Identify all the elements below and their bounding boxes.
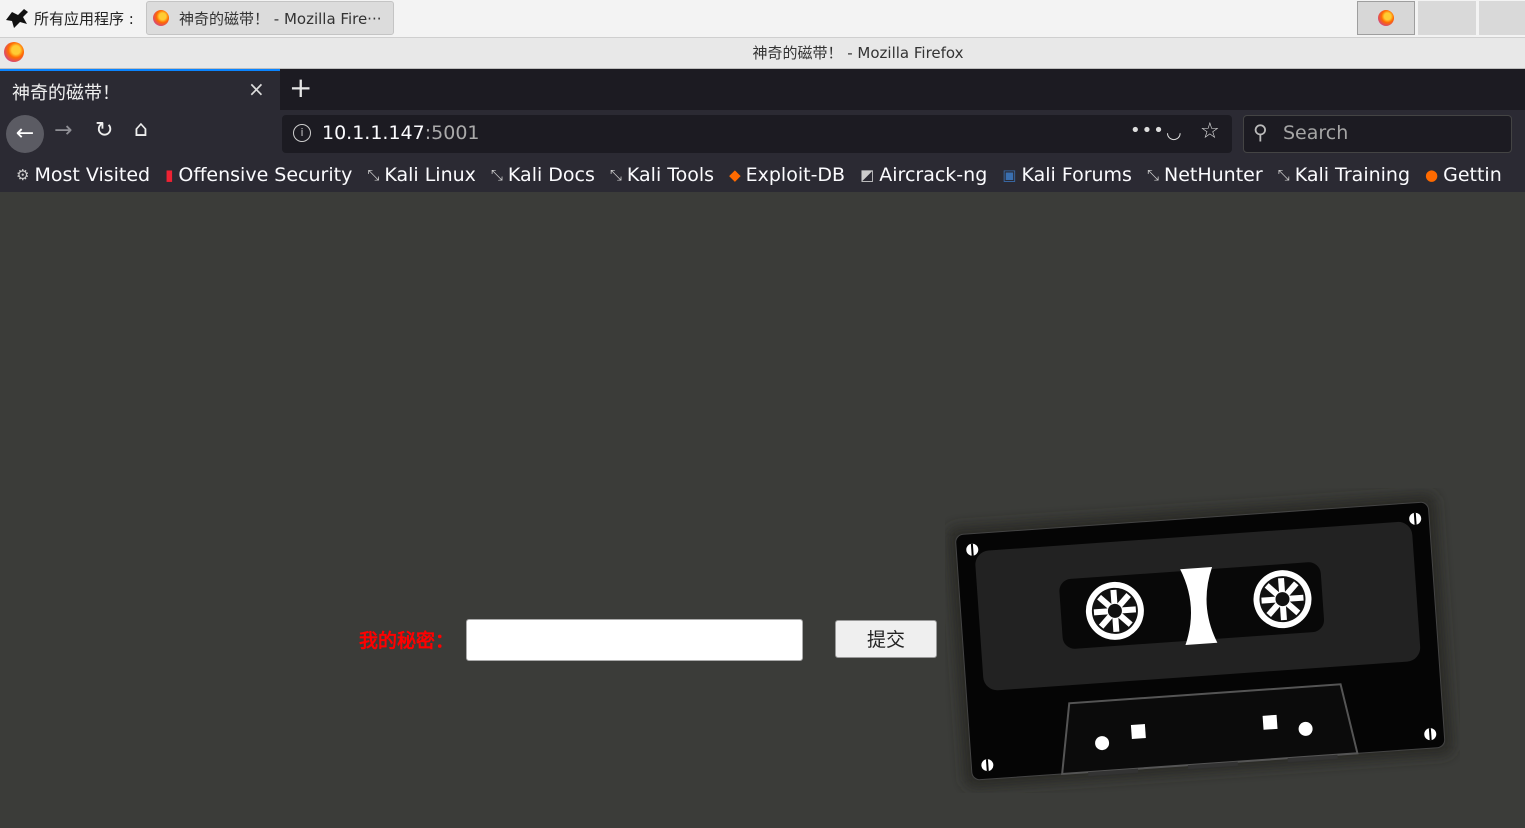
new-tab-button[interactable]: + [289,72,312,104]
aircrack-icon: ◩ [860,166,875,184]
reload-button[interactable]: ↻ [95,118,113,143]
bookmarks-toolbar: ⚙ Most Visited ▮ Offensive Security ⤡ Kali … [0,158,1525,192]
forward-button[interactable]: → [54,118,72,143]
gear-icon: ⚙ [16,166,30,184]
offsec-icon: ▮ [165,166,174,184]
bookmark-kali-linux[interactable]: ⤡ Kali Linux [367,164,476,186]
site-info-icon[interactable]: i [293,124,311,142]
kali-icon: ⤡ [609,166,622,184]
workspace-switcher-1[interactable] [1357,1,1415,35]
secret-label: 我的秘密： [359,630,455,652]
bookmark-kali-training[interactable]: ⤡ Kali Training [1278,164,1410,186]
back-button[interactable]: ← [6,115,44,153]
bookmark-offensive-security[interactable]: ▮ Offensive Security [165,164,352,186]
kali-icon: ⤡ [1277,166,1290,184]
bookmark-kali-forums[interactable]: ▣ Kali Forums [1002,164,1132,186]
url-port: :5001 [424,122,480,144]
xfce-mouse-icon [6,9,28,28]
apps-menu-label: 所有应用程序 : [34,9,134,28]
submit-button[interactable]: 提交 [835,620,937,658]
bookmark-label: Offensive Security [178,164,353,186]
url-text[interactable]: 10.1.1.147:5001 [322,122,480,144]
taskbar-window-title: 神奇的磁带！ - Mozilla Fire··· [179,9,382,28]
close-icon[interactable]: × [248,77,265,101]
bookmark-label: Kali Forums [1021,164,1132,186]
bookmark-label: Most Visited [34,164,151,186]
tab-active[interactable]: 神奇的磁带！ × [0,69,280,110]
page-actions-icon[interactable]: ••• [1130,120,1165,141]
home-button[interactable]: ⌂ [134,117,148,142]
search-icon: ⚲ [1253,120,1268,144]
firefox-icon [153,10,169,26]
search-placeholder[interactable]: Search [1283,122,1348,144]
bookmark-exploit-db[interactable]: ◆ Exploit-DB [729,164,845,186]
bookmark-getting-started[interactable]: ● Gettin [1425,164,1502,186]
window-title: 神奇的磁带！ - Mozilla Firefox [752,44,964,62]
kali-icon: ⤡ [490,166,503,184]
taskbar-window-button[interactable]: 神奇的磁带！ - Mozilla Fire··· [146,1,394,35]
kali-icon: ⤡ [1146,166,1159,184]
tab-title: 神奇的磁带！ [12,83,120,104]
pocket-icon[interactable]: ◡ [1166,122,1182,143]
workspace-switcher-2[interactable] [1418,1,1476,35]
forums-icon: ▣ [1002,166,1017,184]
bookmark-label: Kali Training [1294,164,1411,186]
bookmark-star-icon[interactable]: ☆ [1200,119,1220,144]
bookmark-label: Kali Docs [507,164,595,186]
exploitdb-icon: ◆ [729,166,741,184]
workspace-switcher-3[interactable] [1479,1,1525,35]
bookmark-aircrack-ng[interactable]: ◩ Aircrack-ng [860,164,987,186]
kali-icon: ⤡ [367,166,380,184]
bookmark-kali-docs[interactable]: ⤡ Kali Docs [491,164,595,186]
url-host: 10.1.1.147 [322,122,425,144]
bookmark-label: Kali Tools [626,164,715,186]
cassette-tape-image [947,493,1454,789]
bookmark-label: Aircrack-ng [879,164,988,186]
bookmark-label: NetHunter [1163,164,1263,186]
bookmark-label: Exploit-DB [745,164,846,186]
bookmark-label: Kali Linux [384,164,476,186]
bookmark-label: Gettin [1443,164,1502,186]
apps-menu-button[interactable]: 所有应用程序 : [4,4,134,32]
firefox-icon: ● [1425,166,1439,184]
bookmark-nethunter[interactable]: ⤡ NetHunter [1147,164,1263,186]
bookmark-most-visited[interactable]: ⚙ Most Visited [16,164,150,186]
secret-input[interactable] [466,619,803,661]
firefox-icon [1378,10,1394,26]
bookmark-kali-tools[interactable]: ⤡ Kali Tools [610,164,714,186]
